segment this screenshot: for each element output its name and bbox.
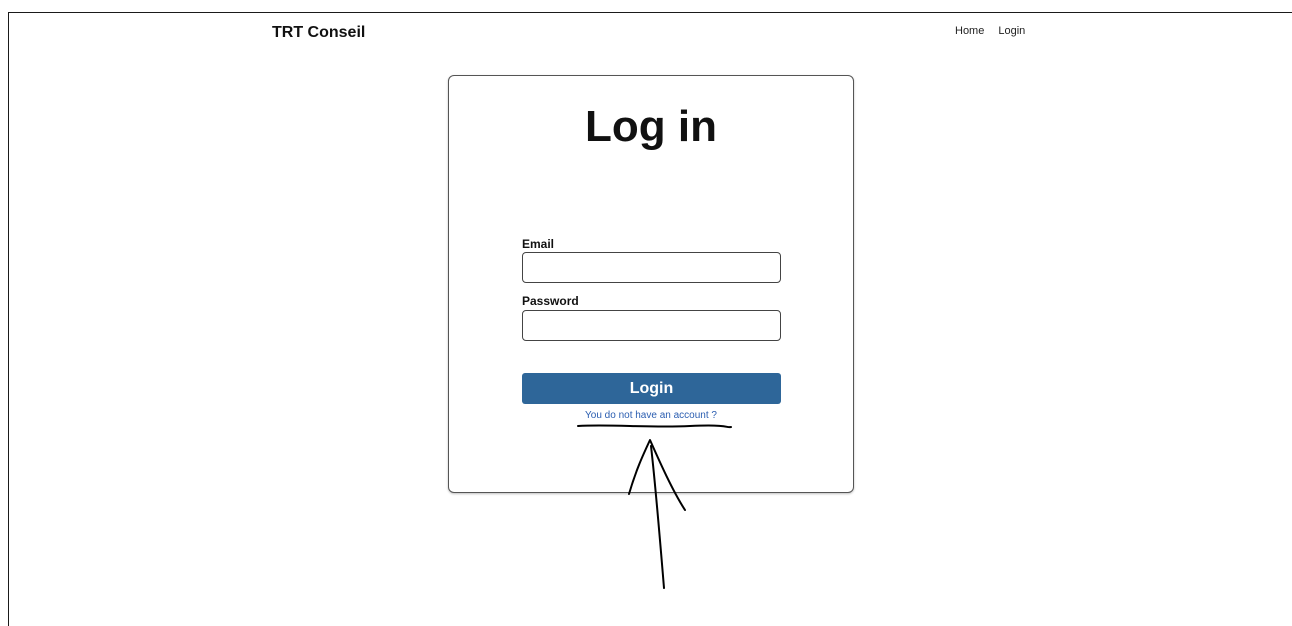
page-title: Log in <box>585 102 717 151</box>
brand-logo[interactable]: TRT Conseil <box>272 24 365 42</box>
login-button[interactable]: Login <box>522 373 781 404</box>
nav-link-home[interactable]: Home <box>955 25 984 37</box>
top-nav: Home Login <box>955 25 1025 37</box>
email-label: Email <box>522 237 555 251</box>
password-field[interactable] <box>522 310 781 341</box>
email-field[interactable] <box>522 252 781 283</box>
password-label: Password <box>522 294 579 308</box>
login-card: Log in Email Password Login You do not h… <box>448 75 854 493</box>
signup-link[interactable]: You do not have an account ? <box>449 410 853 421</box>
nav-link-login[interactable]: Login <box>998 25 1025 37</box>
